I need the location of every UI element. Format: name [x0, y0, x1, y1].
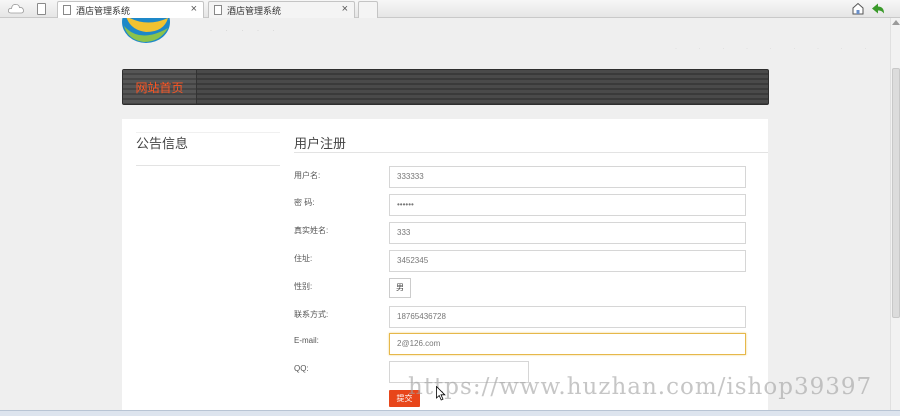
tab-title: 酒店管理系统	[76, 6, 131, 16]
register-title: 用户注册	[294, 136, 347, 151]
real-name-label: 真实姓名:	[294, 226, 329, 235]
watermark-text: https://www.huzhan.com/ishop39397	[408, 374, 873, 400]
content-panel: 公告信息 用户注册 用户名: 333333 密 码: •••••• 真实姓名: …	[122, 119, 768, 410]
contact-label: 联系方式:	[294, 310, 329, 319]
browser-tab-strip: 酒店管理系统 × 酒店管理系统 ×	[0, 0, 900, 18]
tab-hotel-system-1[interactable]: 酒店管理系统 ×	[57, 1, 204, 18]
close-tab-icon[interactable]: ×	[191, 3, 197, 15]
notice-title: 公告信息	[136, 136, 189, 151]
password-label: 密 码:	[294, 198, 315, 207]
page-viewport: · · · · · · · · · · · · · · 网站首页 公告信息 用户…	[0, 18, 890, 410]
gender-label: 性别:	[294, 282, 313, 291]
divider	[294, 152, 768, 153]
close-tab-icon[interactable]: ×	[342, 3, 348, 15]
gender-select[interactable]: 男	[389, 278, 411, 298]
contact-input[interactable]: 18765436728	[389, 306, 746, 328]
email-input[interactable]: 2@126.com	[389, 333, 746, 355]
mouse-cursor-icon	[436, 386, 446, 401]
tab-title: 酒店管理系统	[227, 6, 282, 16]
scroll-up-icon[interactable]	[892, 20, 900, 25]
page-icon[interactable]	[37, 3, 46, 15]
scrollbar-thumb[interactable]	[892, 68, 900, 318]
password-input[interactable]: ••••••	[389, 194, 746, 216]
nav-home-link[interactable]: 网站首页	[123, 70, 197, 104]
main-navbar: 网站首页	[122, 69, 769, 105]
username-input[interactable]: 333333	[389, 166, 746, 188]
qq-label: QQ:	[294, 364, 309, 373]
tab-hotel-system-2[interactable]: 酒店管理系统 ×	[208, 1, 355, 18]
address-input[interactable]: 3452345	[389, 250, 746, 272]
divider	[136, 165, 280, 166]
header-decoration: · · · · ·	[210, 28, 281, 34]
back-arrow-icon[interactable]	[871, 2, 885, 15]
status-bar	[0, 410, 900, 416]
header-decoration: · · · · · · · · ·	[675, 46, 877, 52]
vertical-scrollbar[interactable]	[890, 18, 900, 410]
document-icon	[214, 5, 222, 15]
email-label: E-mail:	[294, 336, 319, 345]
username-label: 用户名:	[294, 171, 321, 180]
document-icon	[63, 5, 71, 15]
address-label: 住址:	[294, 254, 313, 263]
site-logo	[122, 18, 170, 43]
home-icon[interactable]	[852, 2, 864, 15]
cloud-icon[interactable]	[8, 3, 24, 14]
new-tab-button[interactable]	[358, 1, 378, 18]
real-name-input[interactable]: 333	[389, 222, 746, 244]
